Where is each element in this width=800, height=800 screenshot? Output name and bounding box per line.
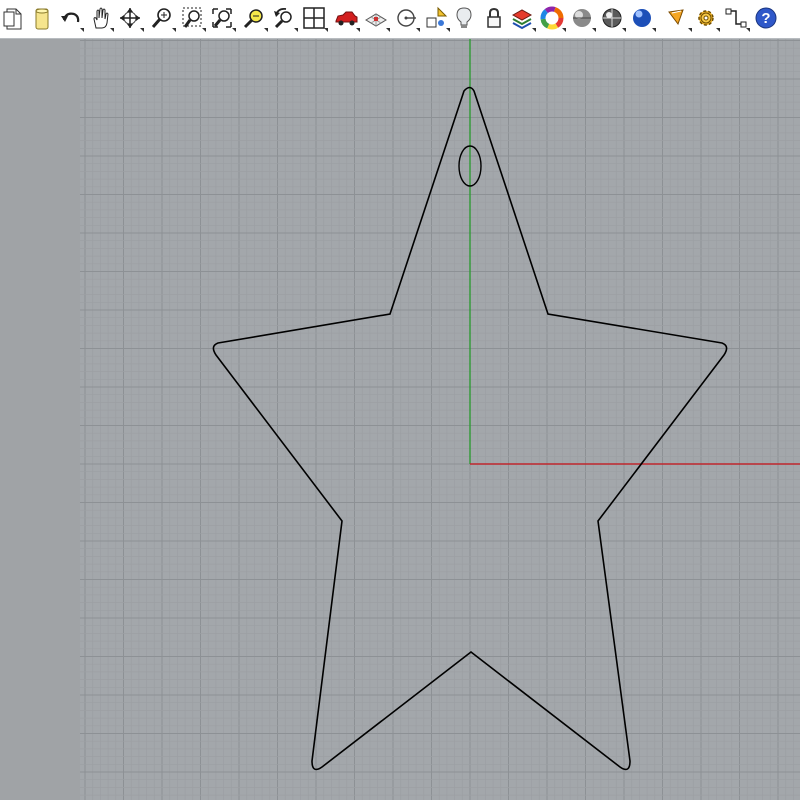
flyout-arrow-icon (532, 28, 536, 32)
light-bulb-icon (452, 6, 476, 30)
select-shapes-icon (424, 6, 448, 30)
flyout-arrow-icon (716, 28, 720, 32)
gear-icon (694, 6, 718, 30)
lock-button[interactable] (480, 2, 508, 34)
select-objects-button[interactable] (422, 2, 450, 34)
svg-text:?: ? (761, 10, 770, 27)
undo-button[interactable] (56, 2, 84, 34)
flyout-arrow-icon (622, 28, 626, 32)
blue-sphere-icon (630, 6, 654, 30)
options-button[interactable] (692, 2, 720, 34)
layers-icon (510, 6, 534, 30)
undo-arrow-icon (58, 6, 82, 30)
rotate-button[interactable] (116, 2, 144, 34)
flyout-arrow-icon (264, 28, 268, 32)
four-viewports-button[interactable] (300, 2, 328, 34)
flyout-arrow-icon (324, 28, 328, 32)
flyout-arrow-icon (386, 28, 390, 32)
open-file-button[interactable] (28, 2, 56, 34)
render-settings-icon (666, 6, 690, 30)
construction-plane-button[interactable] (362, 2, 390, 34)
grasshopper-button[interactable] (722, 2, 750, 34)
shaded-view-button[interactable] (568, 2, 596, 34)
grid-plane-icon (364, 6, 388, 30)
rendered-view-button[interactable] (598, 2, 626, 34)
flyout-arrow-icon (746, 28, 750, 32)
cplane-origin-button[interactable] (392, 2, 420, 34)
render-button[interactable] (628, 2, 656, 34)
zoom-dynamic-icon (150, 6, 174, 30)
undo-view-button[interactable] (270, 2, 298, 34)
pan-button[interactable] (86, 2, 114, 34)
perspective-viewport[interactable] (80, 39, 800, 800)
new-document-icon (2, 6, 26, 30)
flyout-arrow-icon (294, 28, 298, 32)
flyout-arrow-icon (202, 28, 206, 32)
four-viewports-icon (302, 6, 326, 30)
connector-icon (724, 6, 748, 30)
flyout-arrow-icon (592, 28, 596, 32)
undo-view-icon (272, 6, 296, 30)
zoom-selected-button[interactable] (240, 2, 268, 34)
render-settings-button[interactable] (664, 2, 692, 34)
rotate-view-icon (118, 6, 142, 30)
rendered-sphere-icon (600, 6, 624, 30)
zoom-dynamic-button[interactable] (148, 2, 176, 34)
hand-pan-icon (88, 6, 112, 30)
open-document-icon (30, 6, 54, 30)
zoom-extents-button[interactable] (208, 2, 236, 34)
construction-grid (80, 39, 800, 800)
zoom-extents-icon (210, 6, 234, 30)
flyout-arrow-icon (232, 28, 236, 32)
lights-button[interactable] (450, 2, 478, 34)
toolbar: ? (0, 0, 800, 39)
named-views-button[interactable] (332, 2, 360, 34)
shaded-sphere-icon (570, 6, 594, 30)
help-icon: ? (754, 6, 778, 30)
flyout-arrow-icon (140, 28, 144, 32)
flyout-arrow-icon (356, 28, 360, 32)
zoom-window-button[interactable] (178, 2, 206, 34)
layers-button[interactable] (508, 2, 536, 34)
viewport-canvas[interactable] (80, 39, 800, 800)
object-properties-button[interactable] (538, 2, 566, 34)
flyout-arrow-icon (80, 28, 84, 32)
zoom-window-icon (180, 6, 204, 30)
car-icon (334, 6, 358, 30)
lock-icon (482, 6, 506, 30)
flyout-arrow-icon (562, 28, 566, 32)
help-button[interactable]: ? (752, 2, 780, 34)
zoom-selected-icon (242, 6, 266, 30)
cplane-origin-icon (394, 6, 418, 30)
color-wheel-icon (540, 6, 564, 30)
new-file-button[interactable] (0, 2, 28, 34)
flyout-arrow-icon (172, 28, 176, 32)
flyout-arrow-icon (416, 28, 420, 32)
viewport-margin (0, 39, 80, 800)
flyout-arrow-icon (652, 28, 656, 32)
flyout-arrow-icon (110, 28, 114, 32)
